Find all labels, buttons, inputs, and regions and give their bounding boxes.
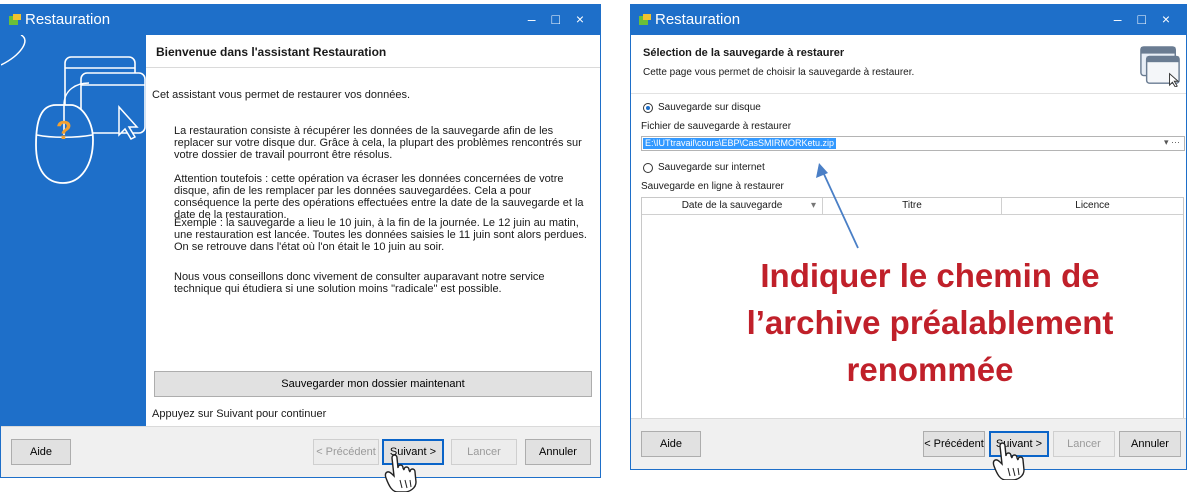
- app-icon: [9, 14, 21, 25]
- annotation-line-2: l’archive préalablement: [746, 304, 1114, 341]
- intro-text: Cet assistant vous permet de restaurer v…: [152, 89, 411, 101]
- wizard-side-panel: ?: [1, 35, 146, 429]
- page-heading: Sélection de la sauvegarde à restaurer: [643, 47, 845, 59]
- heading-divider: [631, 93, 1186, 94]
- window-controls[interactable]: – □ ×: [1114, 11, 1176, 27]
- wizard-footer: Aide < Précédent Suivant > Lancer Annule…: [1, 426, 600, 477]
- right-title-bar: Restauration – □ ×: [631, 5, 1186, 35]
- col-title[interactable]: Titre: [823, 198, 1002, 214]
- radio-internet-label: Sauvegarde sur internet: [658, 162, 765, 173]
- online-label: Sauvegarde en ligne à restaurer: [641, 181, 784, 192]
- wizard-content: Bienvenue dans l'assistant Restauration …: [146, 35, 600, 429]
- app-icon: [639, 14, 651, 25]
- annotation-callout: Indiquer le chemin de l’archive préalabl…: [680, 252, 1180, 393]
- launch-button[interactable]: Lancer: [451, 439, 517, 465]
- paragraph-advice: Nous vous conseillons donc vivement de c…: [174, 271, 545, 295]
- wizard-footer: Aide < Précédent Suivant > Lancer Annule…: [631, 418, 1186, 469]
- window-controls[interactable]: – □ ×: [528, 11, 590, 27]
- paragraph-restore: La restauration consiste à récupérer les…: [174, 125, 582, 161]
- paragraph-warning: Attention toutefois : cette opération va…: [174, 173, 584, 221]
- hand-cursor-icon: [992, 442, 1025, 480]
- heading-divider: [146, 67, 600, 68]
- continue-hint: Appuyez sur Suivant pour continuer: [152, 408, 327, 420]
- radio-button[interactable]: [643, 163, 653, 173]
- left-title-bar: Restauration – □ ×: [1, 5, 600, 35]
- backup-file-field[interactable]: E:\IUTtravail\cours\EBP\CasSMIRMORKetu.z…: [641, 136, 1185, 151]
- dropdown-icon[interactable]: ▾ ···: [1164, 137, 1180, 148]
- help-button[interactable]: Aide: [641, 431, 701, 457]
- previous-button[interactable]: < Précédent: [923, 431, 985, 457]
- file-field-label: Fichier de sauvegarde à restaurer: [641, 121, 792, 132]
- right-wizard-window: Restauration – □ × Sélection de la sauve…: [630, 4, 1187, 470]
- save-now-button[interactable]: Sauvegarder mon dossier maintenant: [154, 371, 592, 397]
- radio-button-checked[interactable]: [643, 103, 653, 113]
- wizard-mouse-illustration: ?: [1, 35, 146, 184]
- annotation-line-1: Indiquer le chemin de: [760, 257, 1100, 294]
- window-title: Restauration: [655, 11, 741, 28]
- launch-button[interactable]: Lancer: [1053, 431, 1115, 457]
- page-heading: Bienvenue dans l'assistant Restauration: [156, 45, 387, 59]
- table-header: Date de la sauvegarde ▾ Titre Licence: [642, 198, 1183, 215]
- col-date[interactable]: Date de la sauvegarde ▾: [642, 198, 823, 214]
- annotation-line-3: renommée: [846, 351, 1014, 388]
- backup-file-value[interactable]: E:\IUTtravail\cours\EBP\CasSMIRMORKetu.z…: [643, 138, 837, 149]
- col-licence[interactable]: Licence: [1002, 198, 1183, 214]
- hand-cursor-icon: [384, 454, 417, 492]
- help-button[interactable]: Aide: [11, 439, 71, 465]
- left-wizard-window: Restauration – □ × ? Bienvenue dans l'as…: [0, 4, 601, 478]
- paragraph-example: Exemple : la sauvegarde a lieu le 10 jui…: [174, 217, 587, 253]
- sort-chevron-icon: ▾: [810, 200, 816, 211]
- cancel-button[interactable]: Annuler: [1119, 431, 1181, 457]
- previous-button[interactable]: < Précédent: [313, 439, 379, 465]
- wizard-window-icon: [1140, 46, 1180, 87]
- svg-text:?: ?: [56, 115, 72, 145]
- cancel-button[interactable]: Annuler: [525, 439, 591, 465]
- window-title: Restauration: [25, 11, 111, 28]
- radio-disk-label: Sauvegarde sur disque: [658, 102, 761, 113]
- page-subheading: Cette page vous permet de choisir la sau…: [643, 67, 915, 78]
